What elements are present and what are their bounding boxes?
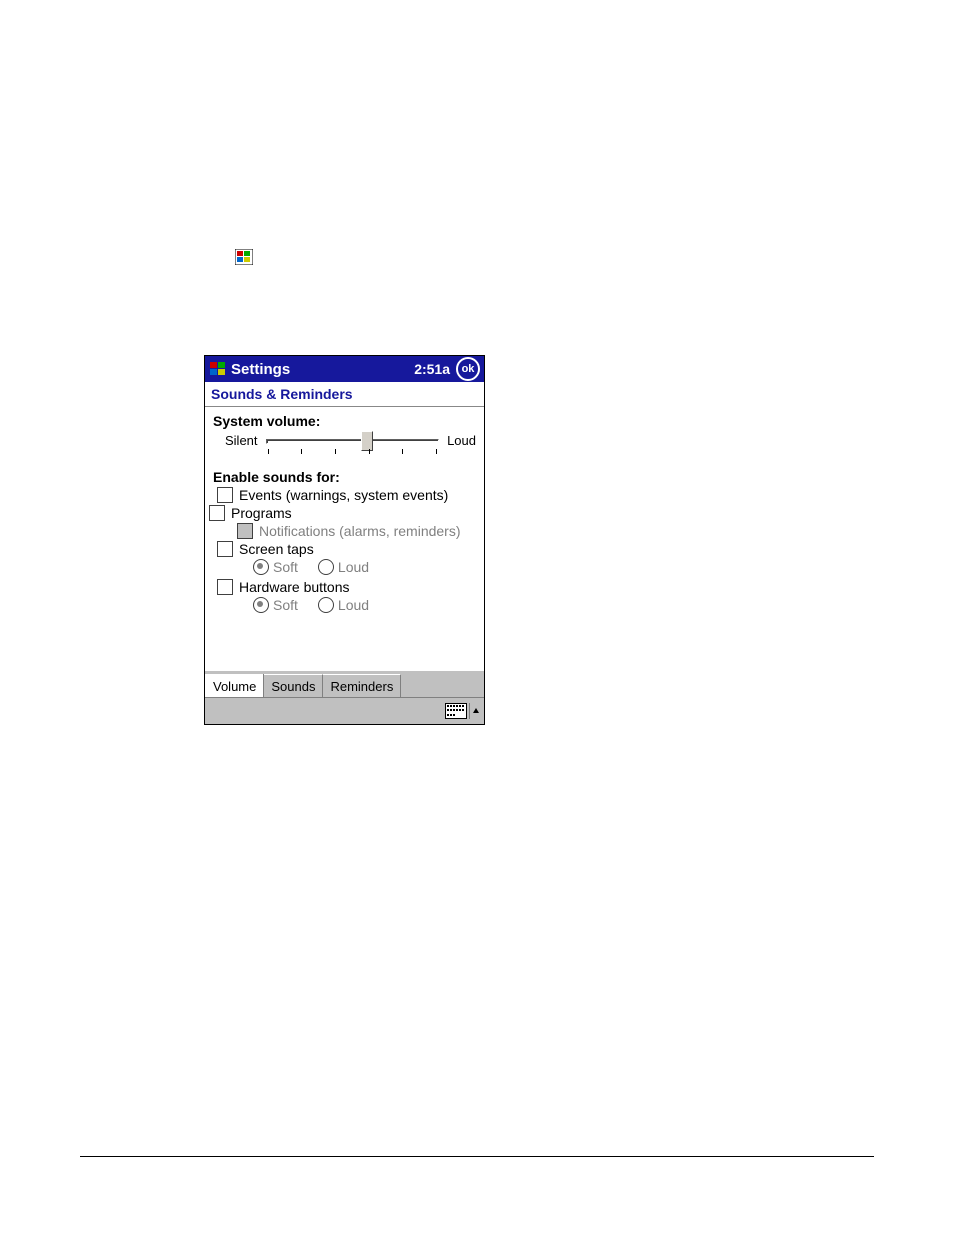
radio-hardware-loud[interactable] xyxy=(318,597,334,613)
slider-thumb[interactable] xyxy=(361,431,373,451)
checkbox-row-hardware-buttons: Hardware buttons xyxy=(217,579,476,595)
checkbox-notifications-label: Notifications (alarms, reminders) xyxy=(259,523,461,539)
checkbox-row-events: Events (warnings, system events) xyxy=(217,487,476,503)
tab-volume[interactable]: Volume xyxy=(205,674,264,697)
checkbox-hardware-buttons-label: Hardware buttons xyxy=(239,579,350,595)
radio-screen-taps-soft[interactable] xyxy=(253,559,269,575)
radio-hardware-soft[interactable] xyxy=(253,597,269,613)
system-volume-label: System volume: xyxy=(213,413,476,429)
tab-bar: Volume Sounds Reminders xyxy=(205,670,484,697)
checkbox-row-screen-taps: Screen taps xyxy=(217,541,476,557)
checkbox-notifications xyxy=(237,523,253,539)
start-icon[interactable] xyxy=(209,360,227,378)
radio-row-hardware-buttons: Soft Loud xyxy=(253,597,476,613)
checkbox-programs-label: Programs xyxy=(231,505,292,521)
checkbox-row-programs: Programs xyxy=(209,505,476,521)
content-area: System volume: Silent Loud Enable sounds… xyxy=(205,407,484,670)
tab-reminders[interactable]: Reminders xyxy=(323,674,401,697)
radio-screen-taps-loud-label: Loud xyxy=(338,559,369,575)
volume-min-label: Silent xyxy=(225,433,258,448)
tab-sounds[interactable]: Sounds xyxy=(264,674,323,697)
input-panel-menu[interactable] xyxy=(469,703,482,719)
radio-hardware-soft-label: Soft xyxy=(273,597,298,613)
checkbox-row-notifications: Notifications (alarms, reminders) xyxy=(237,523,476,539)
keyboard-icon[interactable] xyxy=(445,703,467,719)
clock[interactable]: 2:51a xyxy=(414,361,450,377)
volume-slider[interactable] xyxy=(266,433,440,461)
checkbox-programs[interactable] xyxy=(209,505,225,521)
enable-sounds-label: Enable sounds for: xyxy=(213,469,476,485)
settings-window: Settings 2:51a ok Sounds & Reminders Sys… xyxy=(204,355,485,725)
window-title: Settings xyxy=(231,361,414,378)
start-icon-small xyxy=(235,249,253,265)
radio-row-screen-taps: Soft Loud xyxy=(253,559,476,575)
radio-screen-taps-loud[interactable] xyxy=(318,559,334,575)
checkbox-hardware-buttons[interactable] xyxy=(217,579,233,595)
radio-screen-taps-soft-label: Soft xyxy=(273,559,298,575)
titlebar: Settings 2:51a ok xyxy=(205,356,484,382)
checkbox-events[interactable] xyxy=(217,487,233,503)
bottom-toolbar xyxy=(205,697,484,724)
volume-slider-row: Silent Loud xyxy=(225,433,476,461)
footer-divider xyxy=(80,1156,874,1157)
radio-hardware-loud-label: Loud xyxy=(338,597,369,613)
checkbox-screen-taps-label: Screen taps xyxy=(239,541,314,557)
checkbox-screen-taps[interactable] xyxy=(217,541,233,557)
checkbox-events-label: Events (warnings, system events) xyxy=(239,487,448,503)
ok-button[interactable]: ok xyxy=(456,357,480,381)
page-title: Sounds & Reminders xyxy=(205,382,484,407)
volume-max-label: Loud xyxy=(447,433,476,448)
